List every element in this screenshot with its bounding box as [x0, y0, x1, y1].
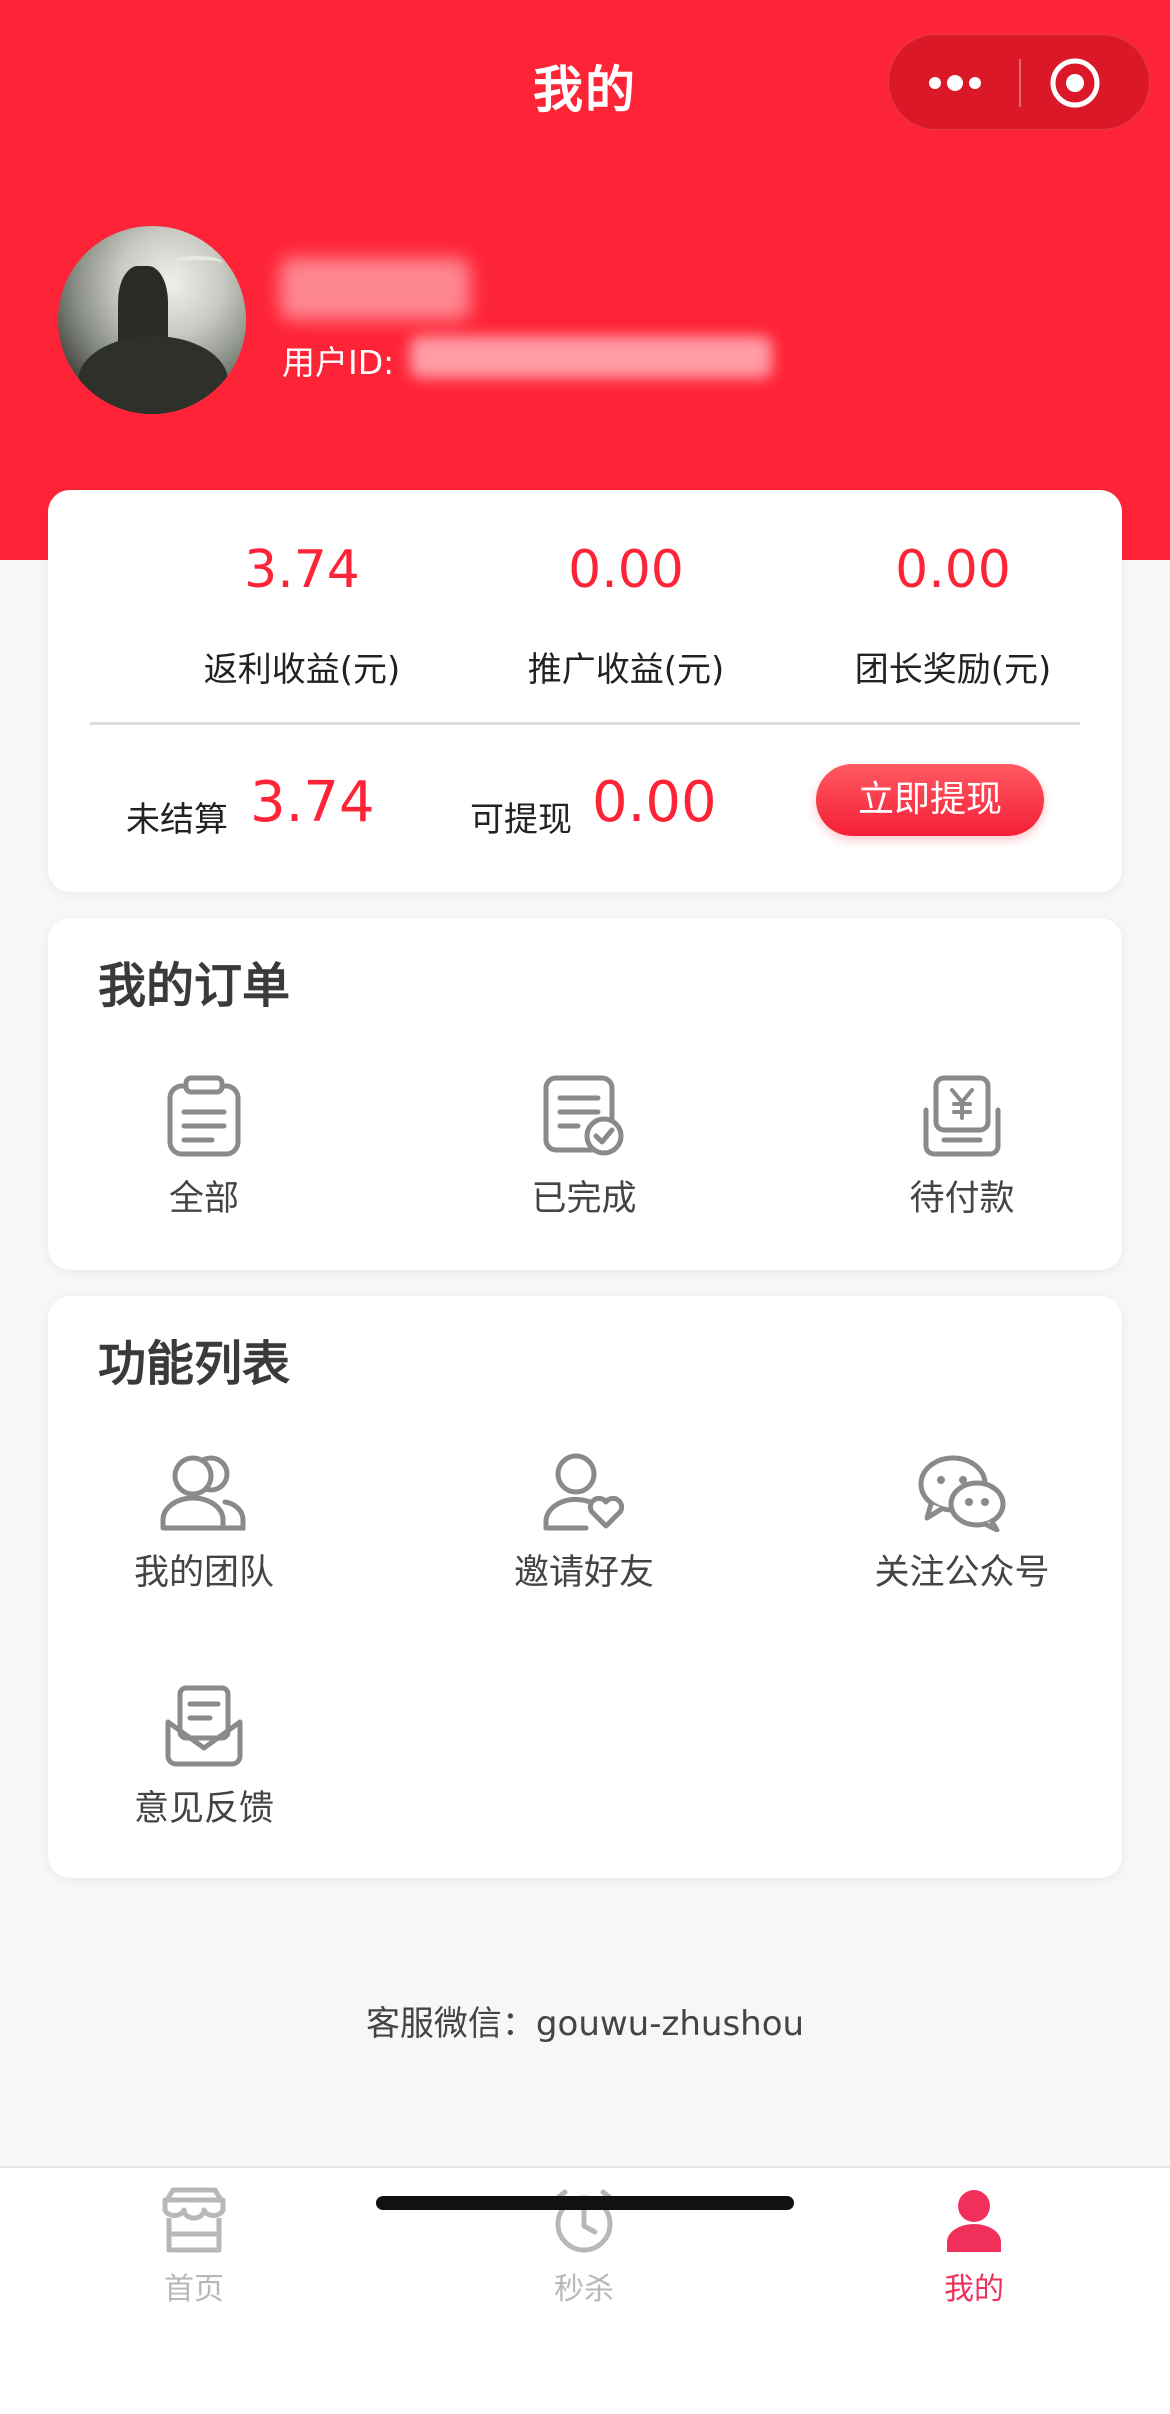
user-icon [947, 2190, 1001, 2252]
function-my-team[interactable]: 我的团队 [54, 1452, 354, 1595]
unsettled-value: 3.74 [250, 770, 375, 835]
clipboard-icon [167, 1075, 241, 1157]
earning-label: 返利收益(元) [203, 650, 401, 690]
withdrawable-label: 可提现 [470, 800, 572, 840]
tab-label: 秒杀 [554, 2272, 614, 2307]
miniprogram-capsule [888, 34, 1150, 130]
user-name-redacted [280, 258, 470, 320]
earning-label: 团长奖励(元) [854, 650, 1052, 690]
divider [90, 722, 1080, 725]
tab-home[interactable]: 首页 [44, 2186, 344, 2308]
home-indicator [376, 2196, 794, 2210]
earning-label: 推广收益(元) [527, 650, 725, 690]
function-item-label: 关注公众号 [874, 1553, 1050, 1593]
more-icon[interactable] [925, 65, 985, 101]
earning-value: 3.74 [244, 540, 360, 600]
wechat-icon [918, 1455, 1006, 1532]
unsettled-label: 未结算 [126, 800, 228, 840]
invite-icon [543, 1453, 625, 1531]
feedback-icon [165, 1685, 243, 1767]
earning-value: 0.00 [895, 540, 1011, 600]
orders-title: 我的订单 [98, 958, 291, 1014]
close-miniprogram-icon[interactable] [1049, 57, 1101, 109]
payment-icon [923, 1075, 1001, 1157]
avatar[interactable] [58, 226, 246, 414]
earnings-card: 3.74 返利收益(元) 0.00 推广收益(元) 0.00 团长奖励(元) 未… [48, 490, 1122, 892]
order-item-label: 已完成 [531, 1179, 637, 1219]
order-completed[interactable]: 已完成 [434, 1074, 734, 1221]
withdrawable-value: 0.00 [592, 770, 717, 835]
tab-label: 首页 [164, 2272, 224, 2307]
order-item-label: 待付款 [909, 1179, 1015, 1219]
order-item-label: 全部 [168, 1179, 239, 1219]
earning-value: 0.00 [568, 540, 684, 600]
function-list-card: 功能列表 我的团队 邀请好友 关注公众号 意见反馈 [48, 1296, 1122, 1878]
function-invite-friends[interactable]: 邀请好友 [434, 1452, 734, 1595]
withdraw-button[interactable]: 立即提现 [816, 764, 1044, 836]
capsule-divider [1019, 59, 1021, 107]
function-item-label: 我的团队 [133, 1553, 274, 1593]
store-icon [162, 2187, 226, 2253]
document-check-icon [543, 1075, 624, 1156]
user-id-redacted [410, 336, 772, 378]
tab-mine[interactable]: 我的 [824, 2186, 1124, 2308]
function-item-label: 意见反馈 [133, 1789, 274, 1829]
function-list-title: 功能列表 [98, 1336, 291, 1392]
function-feedback[interactable]: 意见反馈 [54, 1684, 354, 1831]
team-icon [160, 1455, 246, 1531]
order-pending-payment[interactable]: 待付款 [812, 1074, 1112, 1221]
function-item-label: 邀请好友 [513, 1553, 654, 1593]
customer-service-wechat[interactable]: 客服微信：gouwu-zhushou [0, 1996, 1170, 2045]
orders-card: 我的订单 全部 已完成 待付款 [48, 918, 1122, 1270]
order-all[interactable]: 全部 [54, 1074, 354, 1221]
user-id-label: 用户ID: [282, 343, 395, 382]
function-follow-official-account[interactable]: 关注公众号 [812, 1452, 1112, 1595]
tab-label: 我的 [944, 2272, 1004, 2307]
